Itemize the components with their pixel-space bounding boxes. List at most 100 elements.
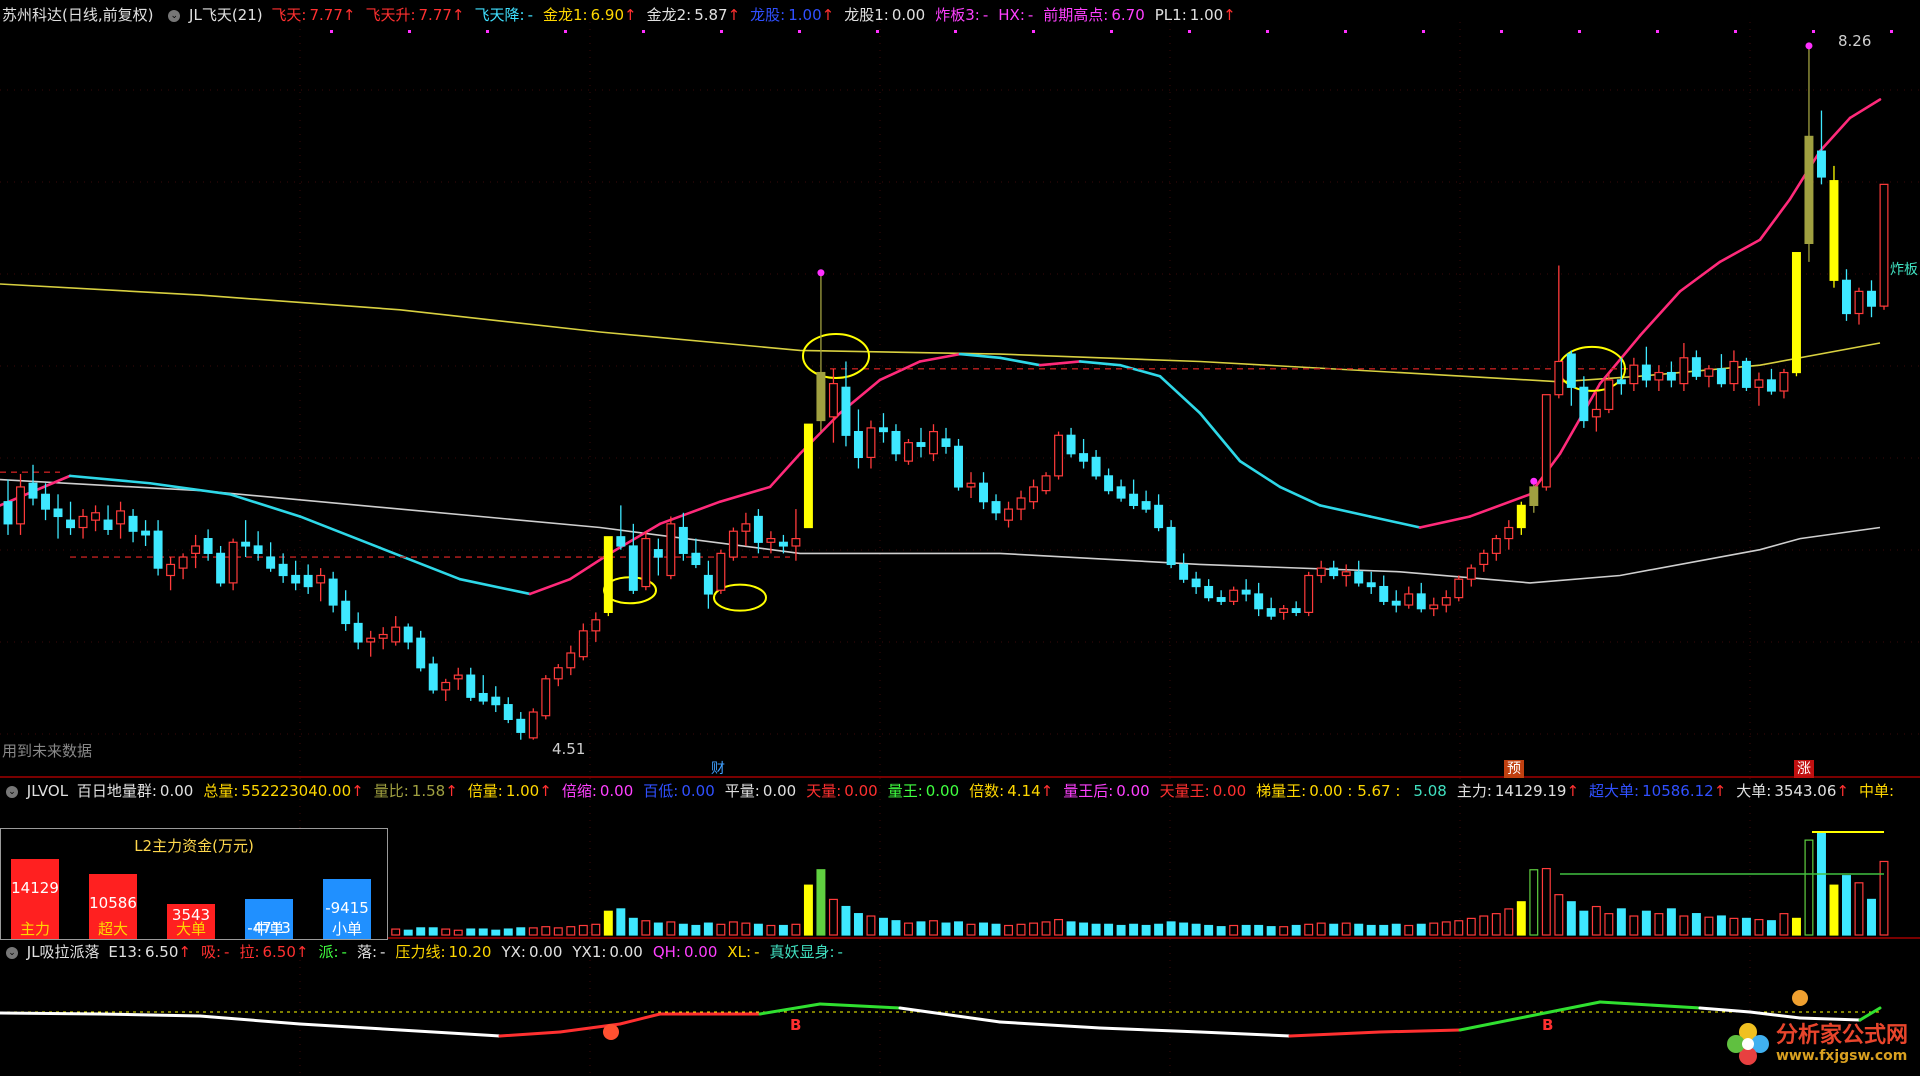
signal-dot [1344, 30, 1347, 33]
candle-body [166, 563, 176, 577]
volume-indicator-item: 倍缩: 0.00 [562, 782, 633, 800]
volume-bar [1654, 913, 1664, 936]
volume-indicator-item: 天量王: 0.00 [1160, 782, 1246, 800]
event-marker-zhang[interactable]: 涨 [1794, 760, 1814, 778]
candle-body [691, 552, 701, 566]
volume-indicator-value: 3543.06 [1774, 782, 1837, 800]
volume-indicator-value: 0.00 [681, 782, 715, 800]
volume-bar [778, 924, 788, 936]
candle-body [341, 600, 351, 625]
candle-body [153, 530, 163, 569]
sub-indicator-value: 6.50 [144, 943, 179, 961]
candle-body [1804, 135, 1814, 245]
candle-body [816, 371, 826, 422]
ma-pink-segment [1198, 411, 1242, 463]
candle-body [553, 667, 563, 680]
volume-bar [516, 927, 526, 936]
ma-pink-segment [1038, 360, 1082, 367]
price-indicator-item: PL1: 1.00↑ [1155, 6, 1236, 24]
candle-body [1516, 504, 1526, 529]
l2-bar-label: 小单 [331, 920, 362, 938]
candle-body [1279, 608, 1289, 614]
candle-body [516, 718, 526, 733]
volume-indicator-item: 总量: 552223040.00↑ [203, 782, 363, 800]
candle-body [1591, 408, 1601, 418]
indicator-segment [1378, 1028, 1462, 1034]
candle-body [1566, 353, 1576, 388]
collapse-icon[interactable]: ⌄ [6, 785, 18, 798]
signal-dot [1734, 30, 1737, 33]
ma-pink-segment [1418, 515, 1472, 529]
volume-bar [1154, 923, 1164, 936]
collapse-icon[interactable]: ⌄ [6, 946, 18, 959]
volume-indicator-values: 百日地量群: 0.00 总量: 552223040.00↑ 量比: 1.58↑ 倍量: 1.0… [77, 782, 1907, 800]
indicator-segment [1288, 1030, 1382, 1038]
volume-bar [728, 921, 738, 936]
candle-body [1029, 486, 1039, 503]
indicator-segment [298, 1022, 402, 1032]
volume-bar [416, 927, 426, 936]
candle-body [278, 563, 288, 577]
volume-bar [1779, 913, 1789, 936]
candle-body [1479, 552, 1489, 566]
candle-body [1004, 508, 1014, 521]
price-indicator-label: 飞天降: [474, 6, 525, 24]
collapse-icon[interactable]: ⌄ [168, 9, 181, 22]
candle-body [1541, 394, 1551, 488]
l2-bar-value: -9415 [325, 899, 369, 918]
event-marker-yu[interactable]: 预 [1504, 760, 1524, 778]
volume-indicator-value: 14129.19 [1494, 782, 1567, 800]
volume-indicator-item: 梯量王: 0.00 : 5.67 : [1256, 782, 1400, 800]
volume-bar [979, 922, 988, 936]
volume-bar [1741, 917, 1751, 936]
candle-body [403, 626, 413, 643]
candle-body [541, 678, 551, 717]
volume-bar [1729, 917, 1739, 936]
sub-indicator-value: 0.00 [683, 943, 718, 961]
price-indicator-item: HX: - [998, 6, 1033, 24]
flower-logo-icon [1726, 1023, 1769, 1065]
sub-indicator-item: 压力线: 10.20 [395, 943, 491, 961]
signal-dot [798, 30, 801, 33]
volume-bar [616, 908, 626, 936]
volume-bar [1691, 913, 1701, 936]
candle-body [878, 427, 888, 433]
price-indicator-value: 6.90 [590, 6, 624, 24]
volume-bar [1104, 923, 1114, 936]
price-indicator-value: - [982, 6, 989, 24]
volume-bar [1191, 923, 1201, 936]
candle-body [491, 696, 501, 706]
volume-bar [553, 927, 563, 936]
candle-body [453, 674, 463, 680]
sub-indicator-item: YX: 0.00 [501, 943, 562, 961]
candle-body [1816, 150, 1826, 178]
indicator-segment [1098, 1026, 1202, 1034]
sub-indicator-value: 6.50 [262, 943, 296, 961]
indicator-header: ⌄ JL吸拉派落 E13: 6.50↑ 吸: - 拉: 6.50↑ 派: - 落: - 压力线: 10… [0, 939, 857, 965]
up-arrow-icon: ↑ [342, 6, 356, 24]
event-marker-cai[interactable]: 财 [708, 760, 728, 778]
up-arrow-icon: ↑ [1713, 782, 1727, 800]
candle-body [728, 530, 738, 558]
candle-body [1779, 371, 1789, 392]
l2-bar-0: 14129 主力 [11, 859, 59, 939]
price-header: 苏州科达(日线,前复权) ⌄ JL飞天(21) 飞天: 7.77↑ 飞天升: 7.77… [0, 2, 1250, 28]
volume-bar [1141, 924, 1151, 936]
signal-dot [954, 30, 957, 33]
candle-body [1879, 183, 1889, 307]
up-arrow-icon: ↑ [295, 943, 309, 961]
price-indicator-values: 飞天: 7.77↑ 飞天升: 7.77↑ 飞天降: - 金龙1: 6.90↑ 金龙2: 5.87↑… [271, 6, 1245, 24]
candle-body [441, 681, 451, 691]
ma-pink-segment [1238, 459, 1282, 489]
ma-pink-segment [1818, 116, 1852, 153]
volume-indicator-value: 0.00 [599, 782, 634, 800]
candle-body [1354, 571, 1364, 584]
volume-indicator-label: 天量: [806, 782, 842, 800]
volume-indicator-label: 中单: [1858, 782, 1894, 800]
volume-indicator-item: 量王后: 0.00 [1063, 782, 1149, 800]
l2-bar-1: 10586 超大 [89, 874, 137, 939]
price-indicator-value: 1.00 [1189, 6, 1224, 24]
volume-bar [866, 915, 876, 936]
volume-indicator-item: 中单: [1859, 782, 1897, 800]
candle-body [703, 574, 713, 595]
